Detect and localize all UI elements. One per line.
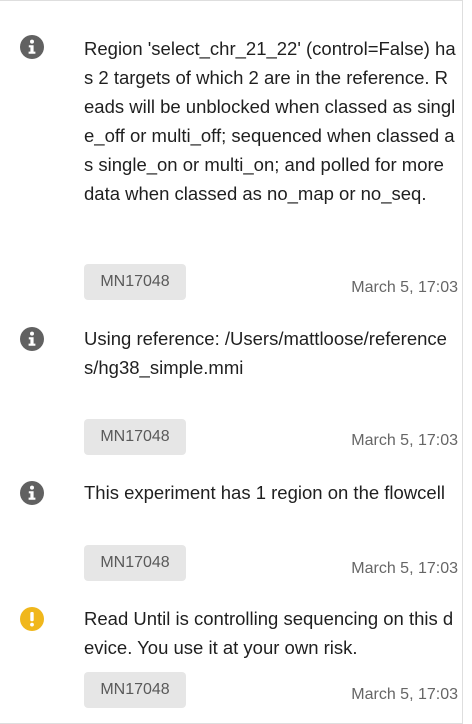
- message-timestamp: March 5, 17:03: [351, 686, 458, 703]
- info-icon: [20, 35, 44, 59]
- device-chip: MN17048: [84, 672, 186, 708]
- device-chip: MN17048: [84, 545, 186, 581]
- info-icon: [20, 481, 44, 505]
- info-icon: [20, 327, 44, 351]
- message-text: Region 'select_chr_21_22' (control=False…: [84, 38, 456, 204]
- message-timestamp: March 5, 17:03: [351, 432, 458, 449]
- message-text: Read Until is controlling sequencing on …: [84, 608, 454, 658]
- device-chip: MN17048: [84, 419, 186, 455]
- message-timestamp: March 5, 17:03: [351, 279, 458, 296]
- message-text: This experiment has 1 region on the flow…: [84, 482, 445, 503]
- warning-icon: [20, 607, 44, 631]
- message-timestamp: March 5, 17:03: [351, 560, 458, 577]
- device-chip: MN17048: [84, 264, 186, 300]
- message-log-panel: Region 'select_chr_21_22' (control=False…: [0, 0, 463, 724]
- message-text: Using reference: /Users/mattloose/refere…: [84, 328, 447, 378]
